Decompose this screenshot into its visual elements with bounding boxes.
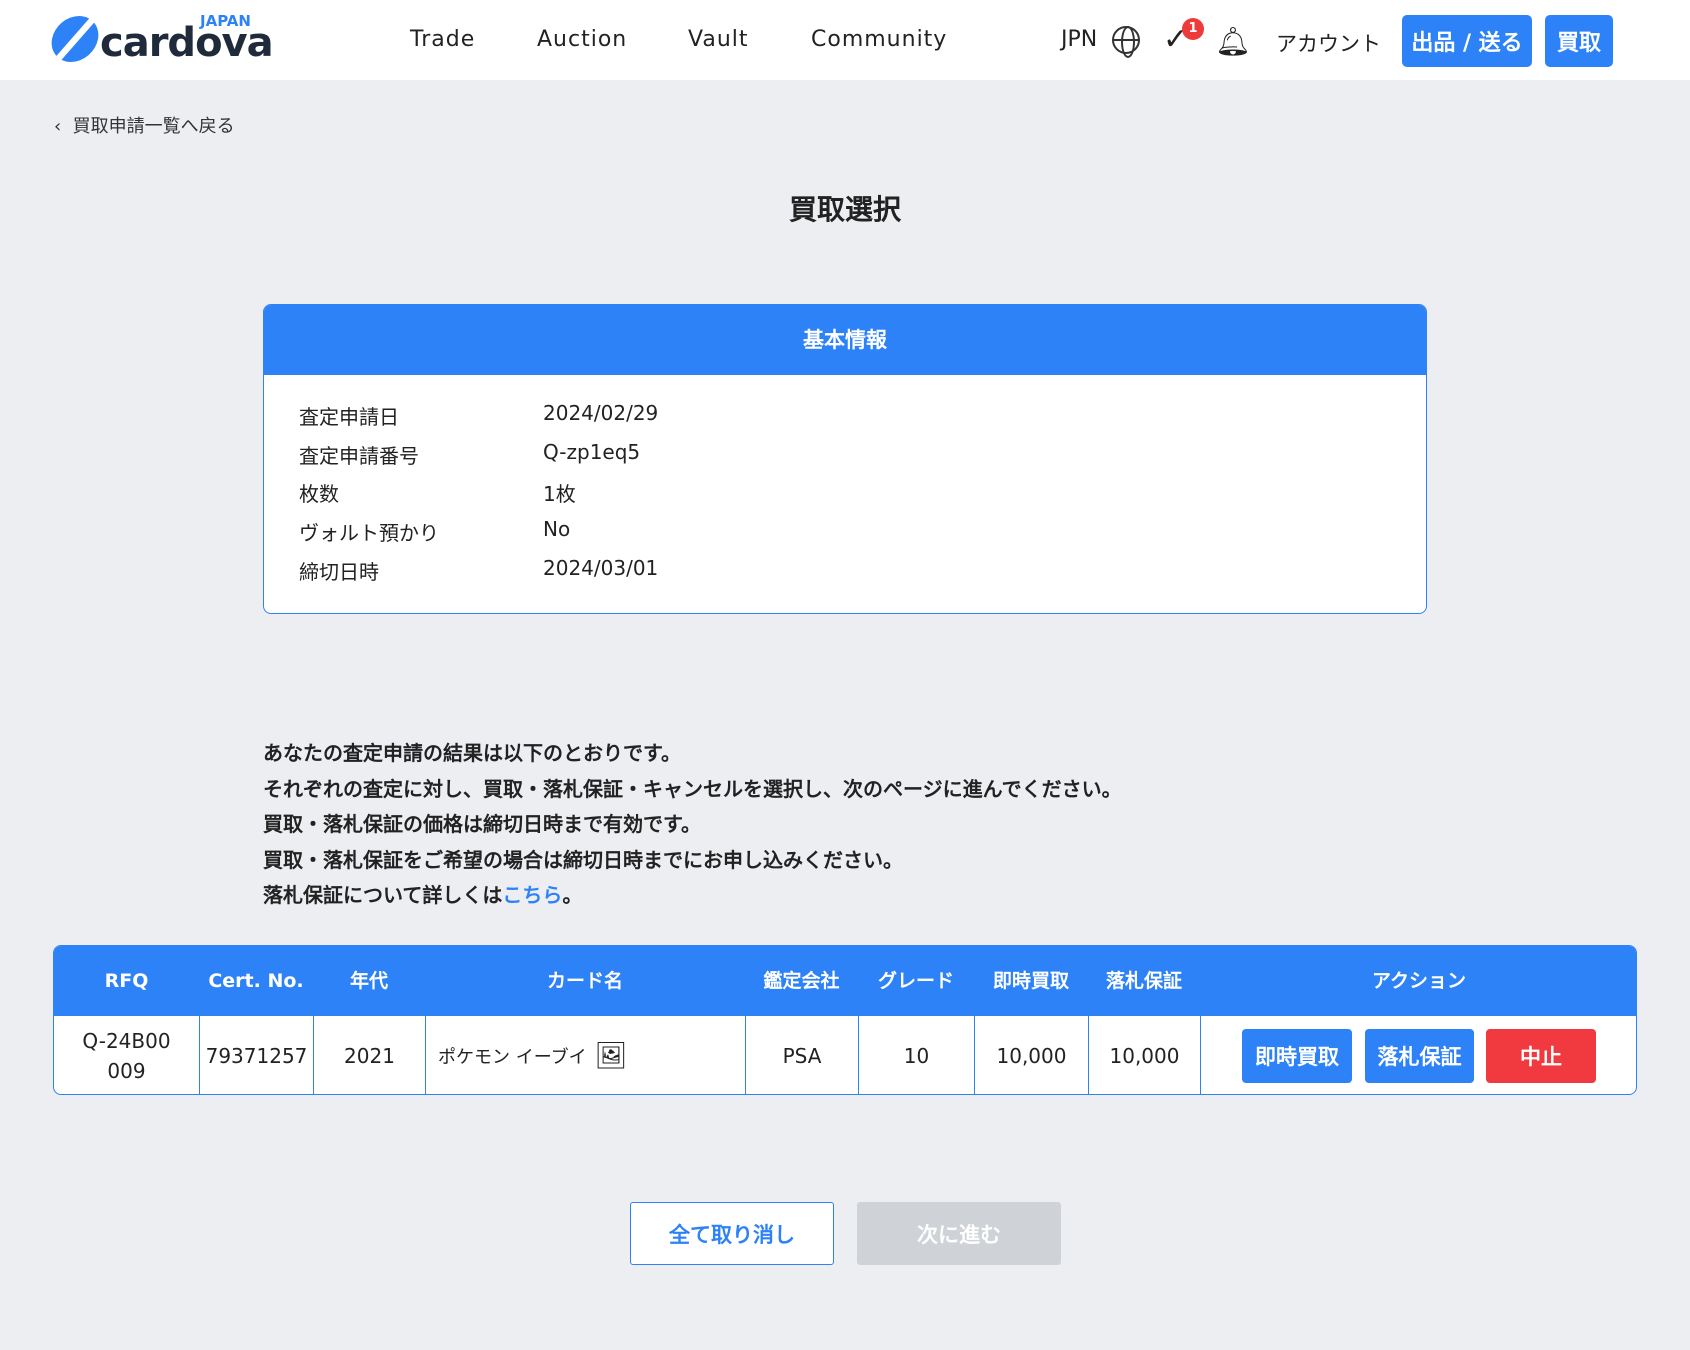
details-link[interactable]: こちら	[502, 883, 562, 907]
col-card-name: カード名	[546, 970, 623, 992]
instruction-line: それぞれの査定に対し、買取・落札保証・キャンセルを選択し、次のページに進んでくだ…	[263, 776, 1122, 801]
info-value: Q-zp1eq5	[543, 440, 641, 464]
globe-icon[interactable]	[1112, 26, 1140, 58]
cancel-button[interactable]: 中止	[1486, 1029, 1596, 1083]
cell-company: PSA	[745, 1016, 858, 1094]
cell-cert: 79371257	[199, 1016, 313, 1094]
instruction-line: 買取・落札保証をご希望の場合は締切日時までにお申し込みください。	[263, 847, 903, 872]
image-gallery-icon[interactable]: 🖼︎	[595, 1041, 628, 1071]
col-instant: 即時買取	[992, 970, 1069, 992]
cell-guarantee: 10,000	[1088, 1016, 1200, 1094]
cancel-all-button[interactable]: 全て取り消し	[630, 1202, 834, 1265]
nav-trade[interactable]: Trade	[410, 27, 475, 52]
cell-grade: 10	[858, 1016, 974, 1094]
col-rfq: RFQ	[104, 970, 149, 992]
info-value: 1枚	[543, 482, 576, 506]
instruction-line: 落札保証について詳しくはこちら。	[263, 878, 1122, 914]
info-row: ヴォルト預かり No	[299, 517, 570, 546]
logo-sub: JAPAN	[200, 12, 251, 30]
instant-buy-button[interactable]: 即時買取	[1242, 1029, 1352, 1083]
info-label: 締切日時	[299, 560, 379, 584]
info-label: ヴォルト預かり	[299, 521, 439, 545]
nav-auction[interactable]: Auction	[537, 27, 627, 52]
account-link[interactable]: アカウント	[1276, 28, 1381, 58]
col-year: 年代	[349, 970, 388, 992]
guarantee-button[interactable]: 落札保証	[1365, 1029, 1474, 1083]
instruction-text: 落札保証について詳しくは	[263, 883, 503, 908]
col-grade: グレード	[877, 970, 954, 992]
col-guarantee: 落札保証	[1105, 970, 1182, 992]
chevron-left-icon: ‹	[54, 116, 73, 137]
info-label: 枚数	[299, 482, 339, 506]
instruction-line: 買取・落札保証の価格は締切日時まで有効です。	[263, 812, 701, 837]
cell-rfq: Q-24B00009	[82, 1029, 171, 1083]
info-value: 2024/03/01	[543, 556, 659, 580]
buy-button[interactable]: 買取	[1545, 15, 1613, 67]
info-row: 査定申請番号 Q-zp1eq5	[299, 440, 640, 469]
info-label: 査定申請番号	[299, 444, 419, 468]
logo-mark-icon	[47, 16, 103, 62]
cell-card-name: ポケモン イーブイ 🖼︎	[425, 1016, 745, 1094]
instructions: あなたの査定申請の結果は以下のとおりです。 それぞれの査定に対し、買取・落札保証…	[263, 736, 1122, 914]
top-header: cardova JAPAN Trade Auction Vault Commun…	[0, 0, 1690, 80]
instruction-line: あなたの査定申請の結果は以下のとおりです。	[263, 741, 681, 765]
nav-community[interactable]: Community	[811, 27, 947, 52]
back-link-label: 買取申請一覧へ戻る	[72, 116, 235, 137]
notification-badge: 1	[1182, 18, 1204, 40]
cardova-logo[interactable]: cardova JAPAN	[47, 12, 274, 66]
col-action: アクション	[1371, 970, 1467, 992]
sell-send-button[interactable]: 出品 / 送る	[1402, 15, 1532, 67]
info-row: 査定申請日 2024/02/29	[299, 401, 658, 430]
info-value: 2024/02/29	[543, 401, 659, 425]
cell-year: 2021	[313, 1016, 425, 1094]
info-label: 査定申請日	[299, 405, 399, 429]
back-link[interactable]: ‹ 買取申請一覧へ戻る	[54, 112, 235, 138]
next-button[interactable]: 次に進む	[857, 1202, 1061, 1265]
info-row: 枚数 1枚	[299, 478, 576, 507]
info-row: 締切日時 2024/03/01	[299, 556, 658, 585]
results-table: RFQ Cert. No. 年代 カード名 鑑定会社 グレード 即時買取 落札保…	[53, 945, 1637, 1095]
instruction-text: 。	[562, 883, 583, 908]
col-cert: Cert. No.	[208, 970, 304, 992]
col-company: 鑑定会社	[763, 970, 840, 992]
info-value: No	[543, 517, 571, 541]
basic-info-title: 基本情報	[264, 305, 1426, 375]
page-title: 買取選択	[788, 193, 901, 226]
bell-icon[interactable]: 🔔︎	[1215, 25, 1251, 58]
cell-instant: 10,000	[974, 1016, 1088, 1094]
nav-vault[interactable]: Vault	[688, 27, 749, 52]
basic-info-card: 基本情報 査定申請日 2024/02/29 査定申請番号 Q-zp1eq5 枚数 1枚…	[263, 304, 1427, 614]
language-selector[interactable]: JPN	[1061, 27, 1097, 52]
card-name: ポケモン イーブイ	[438, 1047, 587, 1068]
